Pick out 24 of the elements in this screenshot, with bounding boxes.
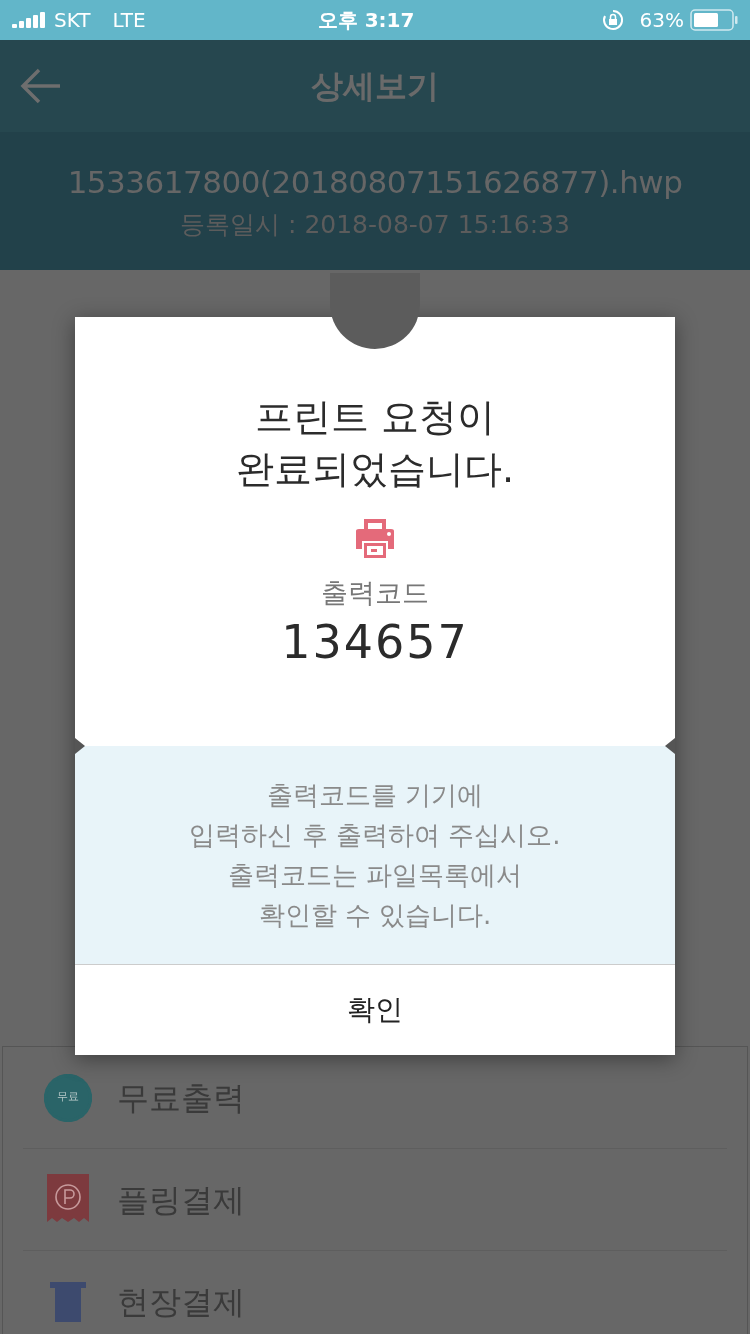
- card-terminal-icon: [50, 1281, 86, 1322]
- left-notch-icon: [75, 738, 85, 754]
- rotation-lock-icon: [601, 9, 624, 31]
- network-label: LTE: [112, 7, 146, 34]
- info-text: 입력하신 후 출력하여 주십시오.: [189, 819, 561, 852]
- print-code: 134657: [281, 613, 469, 670]
- battery-icon: [690, 9, 738, 31]
- back-arrow-icon[interactable]: [20, 67, 62, 105]
- info-text: 출력코드를 기기에: [266, 779, 484, 812]
- signal-icon: [12, 12, 48, 28]
- clock-label: 오후 3:17: [317, 7, 415, 34]
- carrier-label: SKT: [54, 7, 91, 34]
- dialog-title: 완료되었습니다.: [235, 446, 515, 493]
- code-label: 출력코드: [321, 576, 429, 610]
- printer-icon: [354, 517, 396, 559]
- right-notch-icon: [665, 738, 675, 754]
- info-text: 확인할 수 있습니다.: [258, 899, 492, 932]
- confirm-button[interactable]: 확인: [75, 965, 675, 1055]
- header-title: 상세보기: [311, 66, 439, 107]
- registered-date: 등록일시 : 2018-08-07 15:16:33: [180, 208, 570, 241]
- battery-percent: 63%: [639, 7, 684, 34]
- info-text: 출력코드는 파일목록에서: [227, 859, 523, 892]
- file-name: 1533617800(20180807151626877).hwp: [67, 163, 683, 202]
- dialog-title: 프린트 요청이: [254, 394, 496, 441]
